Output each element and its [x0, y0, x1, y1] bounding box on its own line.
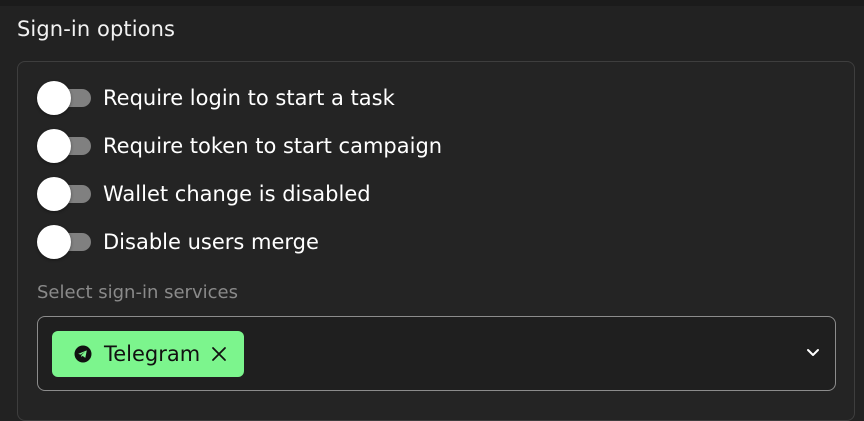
service-chip-telegram: Telegram — [52, 331, 245, 377]
option-disable-users-merge: Disable users merge — [37, 222, 319, 262]
disable-merge-toggle[interactable] — [37, 222, 91, 262]
section-title: Sign-in options — [17, 17, 176, 41]
telegram-icon — [74, 345, 92, 363]
option-label: Wallet change is disabled — [103, 182, 371, 206]
services-field-label: Select sign-in services — [37, 282, 238, 303]
option-label: Disable users merge — [103, 230, 319, 254]
require-token-toggle[interactable] — [37, 126, 91, 166]
chevron-down-icon[interactable] — [805, 344, 821, 360]
toggle-knob — [37, 129, 71, 163]
sign-in-services-select[interactable]: Telegram — [37, 316, 836, 391]
wallet-change-toggle[interactable] — [37, 174, 91, 214]
option-require-token: Require token to start campaign — [37, 126, 442, 166]
chip-label: Telegram — [104, 342, 201, 366]
option-require-login: Require login to start a task — [37, 78, 395, 118]
remove-chip-icon[interactable] — [210, 345, 228, 363]
toggle-knob — [37, 177, 71, 211]
toggle-knob — [37, 81, 71, 115]
require-login-toggle[interactable] — [37, 78, 91, 118]
option-wallet-change-disabled: Wallet change is disabled — [37, 174, 371, 214]
option-label: Require token to start campaign — [103, 134, 443, 158]
option-label: Require login to start a task — [103, 86, 395, 110]
toggle-knob — [37, 225, 71, 259]
top-divider — [0, 0, 864, 6]
